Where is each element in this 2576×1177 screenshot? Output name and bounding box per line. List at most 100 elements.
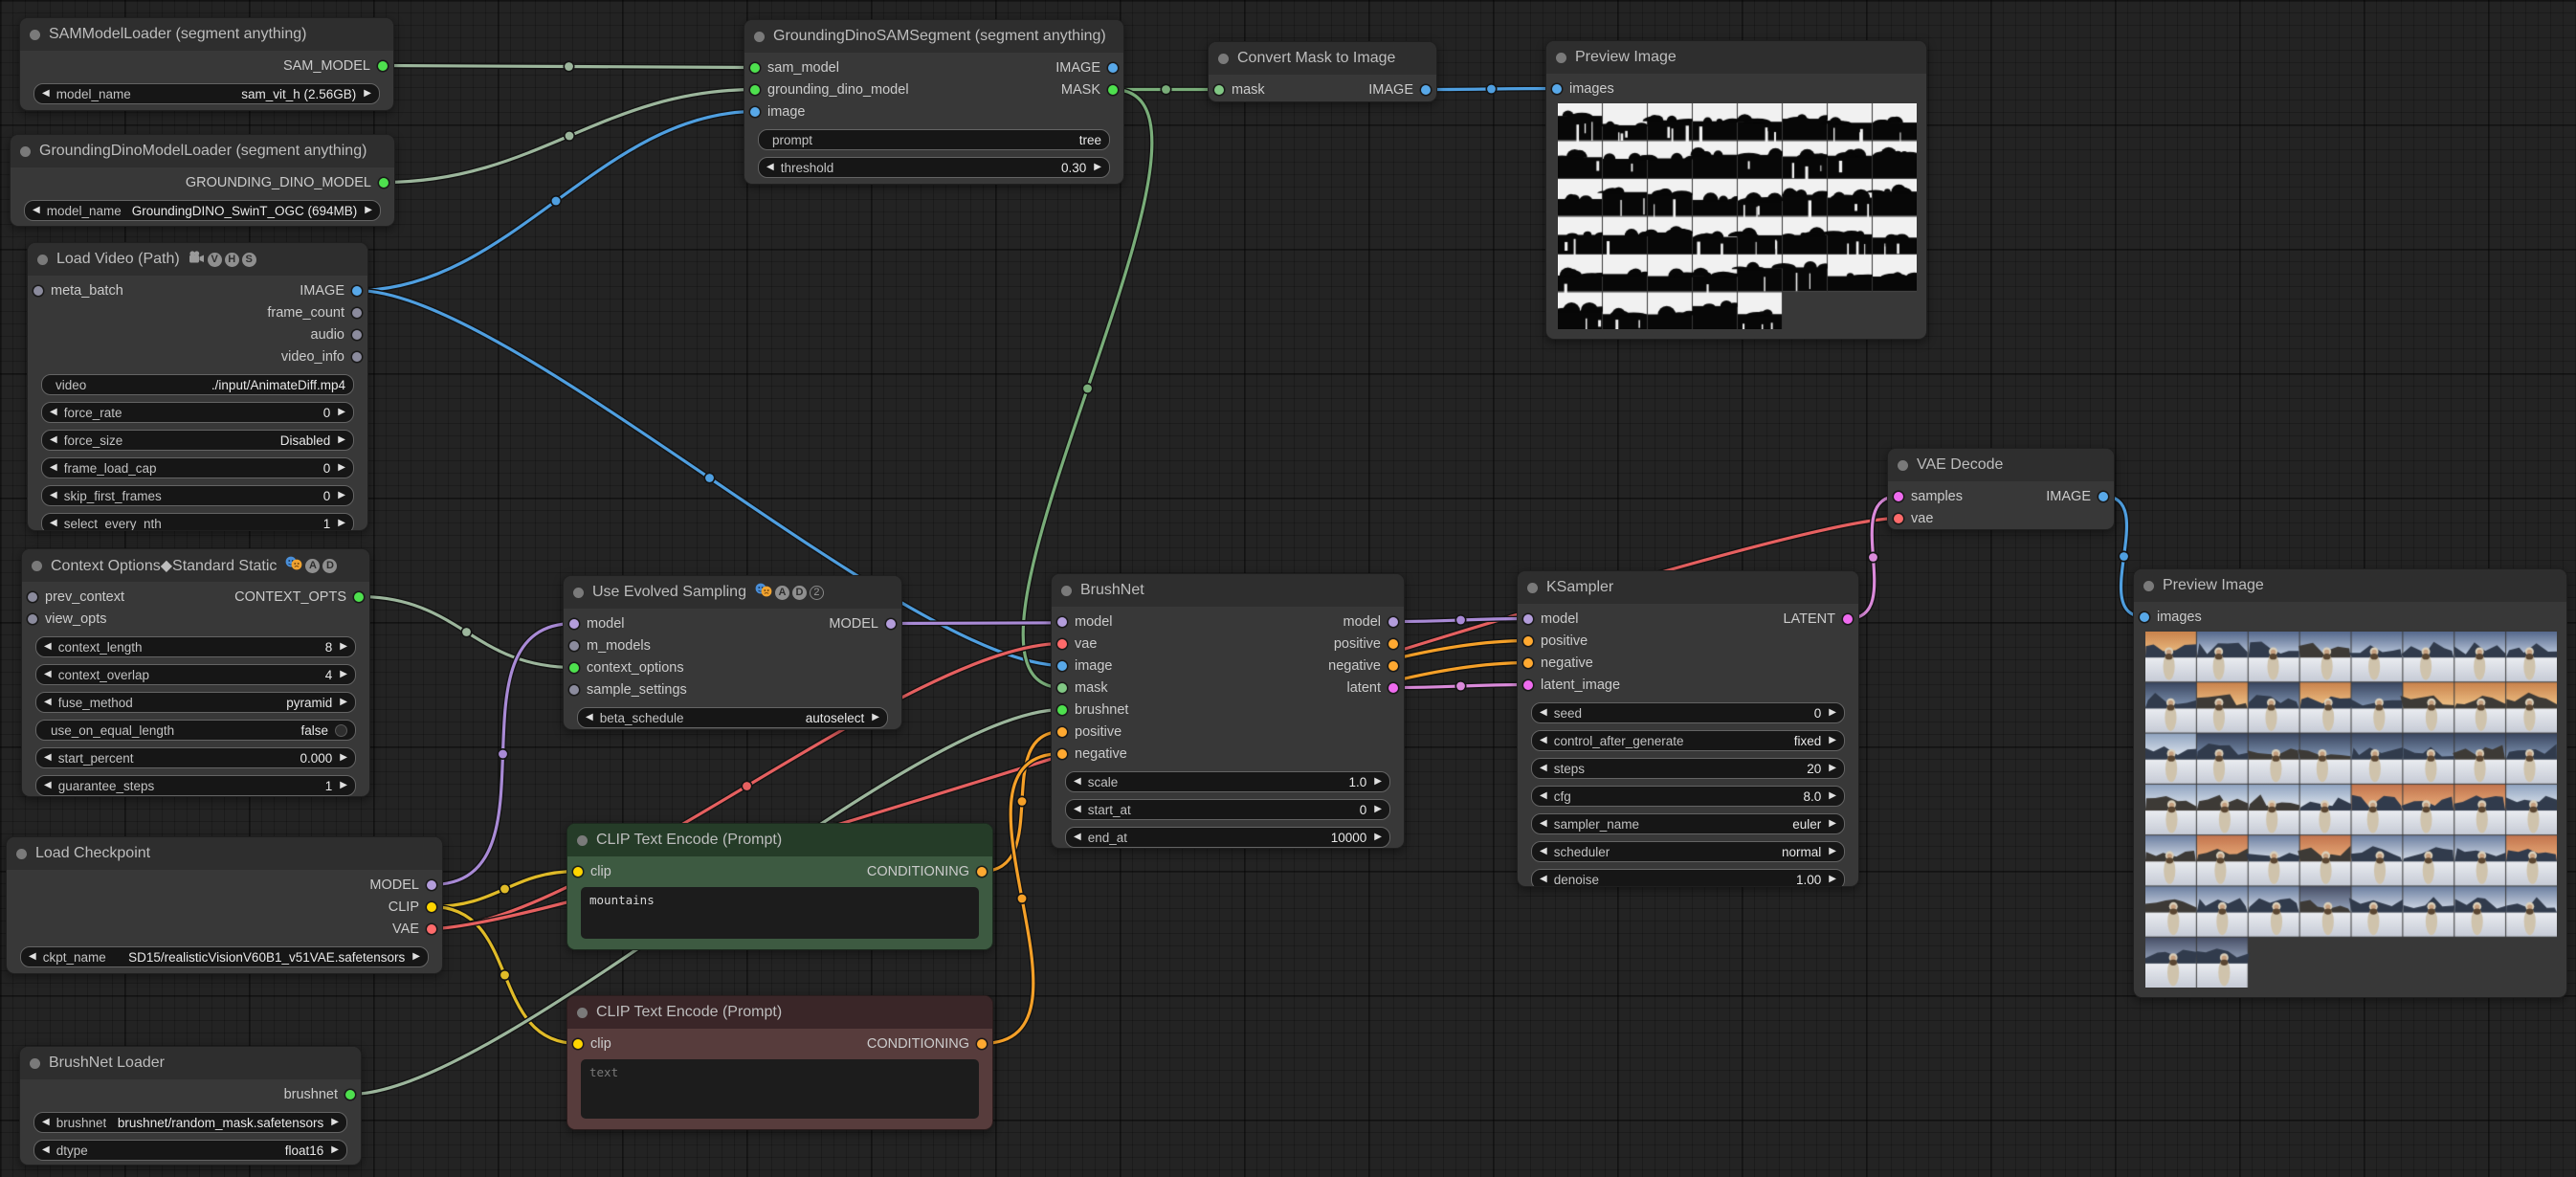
- output-slot-dot-SAM_MODEL[interactable]: [378, 61, 388, 71]
- collapse-dot[interactable]: [1527, 583, 1538, 593]
- widget-left-arrow[interactable]: ◀: [1540, 819, 1547, 829]
- input-slot-dot-mask[interactable]: [1057, 683, 1067, 693]
- input-slot-dot-images[interactable]: [2140, 612, 2149, 622]
- collapse-dot[interactable]: [1218, 54, 1229, 64]
- collapse-dot[interactable]: [20, 146, 31, 157]
- widget-sampler_name[interactable]: ◀sampler_nameeuler▶: [1531, 813, 1845, 834]
- widget-frame_load_cap[interactable]: ◀frame_load_cap0▶: [41, 457, 354, 478]
- widget-beta_schedule[interactable]: ◀beta_scheduleautoselect▶: [577, 707, 888, 728]
- widget-left-arrow[interactable]: ◀: [1540, 847, 1547, 856]
- node-dino_seg[interactable]: GroundingDinoSAMSegment (segment anythin…: [744, 19, 1124, 185]
- widget-select_every_nth[interactable]: ◀select_every_nth1▶: [41, 513, 354, 531]
- prompt-textarea[interactable]: mountains: [581, 887, 979, 939]
- widget-right-arrow[interactable]: ▶: [331, 1118, 339, 1127]
- collapse-dot[interactable]: [577, 835, 588, 846]
- widget-model_name[interactable]: ◀model_nameGroundingDINO_SwinT_OGC (694M…: [24, 200, 381, 221]
- output-slot-dot-brushnet[interactable]: [345, 1090, 355, 1099]
- widget-right-arrow[interactable]: ▶: [1829, 819, 1836, 829]
- input-slot-dot-model[interactable]: [1057, 617, 1067, 627]
- widget-left-arrow[interactable]: ◀: [50, 463, 57, 473]
- widget-right-arrow[interactable]: ▶: [338, 519, 345, 528]
- widget-left-arrow[interactable]: ◀: [29, 952, 36, 962]
- input-slot-dot-prev_context[interactable]: [28, 592, 37, 602]
- collapse-dot[interactable]: [30, 30, 40, 40]
- widget-threshold[interactable]: ◀threshold0.30▶: [758, 157, 1110, 178]
- widget-guarantee_steps[interactable]: ◀guarantee_steps1▶: [35, 775, 356, 796]
- output-slot-dot-CLIP[interactable]: [427, 902, 436, 912]
- output-slot-dot-latent[interactable]: [1388, 683, 1398, 693]
- widget-left-arrow[interactable]: ◀: [44, 781, 52, 790]
- widget-right-arrow[interactable]: ▶: [412, 952, 420, 962]
- widget-right-arrow[interactable]: ▶: [331, 1145, 339, 1155]
- node-preview_right[interactable]: Preview Imageimages: [2133, 568, 2567, 998]
- widget-left-arrow[interactable]: ◀: [1074, 805, 1081, 814]
- input-slot-dot-latent_image[interactable]: [1523, 680, 1533, 690]
- input-slot-dot-negative[interactable]: [1057, 749, 1067, 759]
- input-slot-dot-sample_settings[interactable]: [569, 685, 579, 695]
- widget-right-arrow[interactable]: ▶: [340, 753, 347, 763]
- node-load_video[interactable]: Load Video (Path)VHSmeta_batchIMAGEframe…: [27, 242, 368, 531]
- widget-left-arrow[interactable]: ◀: [1074, 777, 1081, 787]
- widget-right-arrow[interactable]: ▶: [364, 89, 371, 99]
- node-clip_green[interactable]: CLIP Text Encode (Prompt)clipCONDITIONIN…: [566, 823, 993, 950]
- widget-brushnet[interactable]: ◀brushnetbrushnet/random_mask.safetensor…: [33, 1112, 347, 1133]
- widget-force_size[interactable]: ◀force_sizeDisabled▶: [41, 430, 354, 451]
- widget-context_length[interactable]: ◀context_length8▶: [35, 636, 356, 657]
- widget-skip_first_frames[interactable]: ◀skip_first_frames0▶: [41, 485, 354, 506]
- input-slot-dot-grounding_dino_model[interactable]: [750, 85, 760, 95]
- output-slot-dot-MODEL[interactable]: [427, 880, 436, 890]
- widget-right-arrow[interactable]: ▶: [1829, 736, 1836, 745]
- widget-left-arrow[interactable]: ◀: [33, 206, 40, 215]
- node-sam_loader[interactable]: SAMModelLoader (segment anything)SAM_MOD…: [19, 17, 394, 111]
- widget-end_at[interactable]: ◀end_at10000▶: [1065, 827, 1390, 848]
- widget-right-arrow[interactable]: ▶: [1829, 764, 1836, 773]
- widget-left-arrow[interactable]: ◀: [42, 1118, 50, 1127]
- widget-start_percent[interactable]: ◀start_percent0.000▶: [35, 747, 356, 768]
- output-slot-dot-IMAGE[interactable]: [2099, 492, 2108, 501]
- widget-right-arrow[interactable]: ▶: [1374, 833, 1382, 842]
- output-slot-dot-VAE[interactable]: [427, 924, 436, 934]
- input-slot-dot-meta_batch[interactable]: [33, 286, 43, 296]
- widget-ckpt_name[interactable]: ◀ckpt_nameSD15/realisticVisionV60B1_v51V…: [20, 946, 429, 967]
- input-slot-dot-negative[interactable]: [1523, 658, 1533, 668]
- input-slot-dot-brushnet[interactable]: [1057, 705, 1067, 715]
- node-clip_red[interactable]: CLIP Text Encode (Prompt)clipCONDITIONIN…: [566, 995, 993, 1130]
- prompt-textarea[interactable]: text: [581, 1059, 979, 1119]
- widget-right-arrow[interactable]: ▶: [340, 698, 347, 707]
- widget-scheduler[interactable]: ◀schedulernormal▶: [1531, 841, 1845, 862]
- node-convert_mask[interactable]: Convert Mask to ImagemaskIMAGE: [1208, 41, 1437, 102]
- output-slot-dot-GROUNDING_DINO_MODEL[interactable]: [379, 178, 389, 188]
- widget-left-arrow[interactable]: ◀: [1540, 791, 1547, 801]
- output-slot-dot-CONTEXT_OPTS[interactable]: [354, 592, 364, 602]
- output-slot-dot-LATENT[interactable]: [1843, 614, 1853, 624]
- widget-prompt[interactable]: prompttree: [758, 129, 1110, 150]
- input-slot-dot-context_options[interactable]: [569, 663, 579, 673]
- widget-fuse_method[interactable]: ◀fuse_methodpyramid▶: [35, 692, 356, 713]
- widget-right-arrow[interactable]: ▶: [1374, 805, 1382, 814]
- collapse-dot[interactable]: [1556, 53, 1566, 63]
- widget-cfg[interactable]: ◀cfg8.0▶: [1531, 786, 1845, 807]
- widget-left-arrow[interactable]: ◀: [766, 163, 774, 172]
- widget-right-arrow[interactable]: ▶: [1829, 708, 1836, 718]
- widget-left-arrow[interactable]: ◀: [1540, 875, 1547, 884]
- widget-right-arrow[interactable]: ▶: [340, 781, 347, 790]
- widget-right-arrow[interactable]: ▶: [340, 670, 347, 679]
- collapse-dot[interactable]: [2143, 581, 2154, 591]
- collapse-dot[interactable]: [32, 561, 42, 571]
- widget-model_name[interactable]: ◀model_namesam_vit_h (2.56GB)▶: [33, 83, 380, 104]
- output-slot-dot-video_info[interactable]: [352, 352, 362, 362]
- output-slot-dot-model[interactable]: [1388, 617, 1398, 627]
- collapse-dot[interactable]: [30, 1058, 40, 1069]
- input-slot-dot-model[interactable]: [569, 619, 579, 629]
- widget-right-arrow[interactable]: ▶: [1829, 875, 1836, 884]
- input-slot-dot-samples[interactable]: [1894, 492, 1903, 501]
- widget-start_at[interactable]: ◀start_at0▶: [1065, 799, 1390, 820]
- widget-seed[interactable]: ◀seed0▶: [1531, 702, 1845, 723]
- output-slot-dot-CONDITIONING[interactable]: [977, 1039, 987, 1049]
- widget-left-arrow[interactable]: ◀: [1540, 764, 1547, 773]
- input-slot-dot-m_models[interactable]: [569, 641, 579, 651]
- output-slot-dot-IMAGE[interactable]: [1108, 63, 1118, 73]
- output-slot-dot-frame_count[interactable]: [352, 308, 362, 318]
- widget-control_after_generate[interactable]: ◀control_after_generatefixed▶: [1531, 730, 1845, 751]
- widget-right-arrow[interactable]: ▶: [1094, 163, 1101, 172]
